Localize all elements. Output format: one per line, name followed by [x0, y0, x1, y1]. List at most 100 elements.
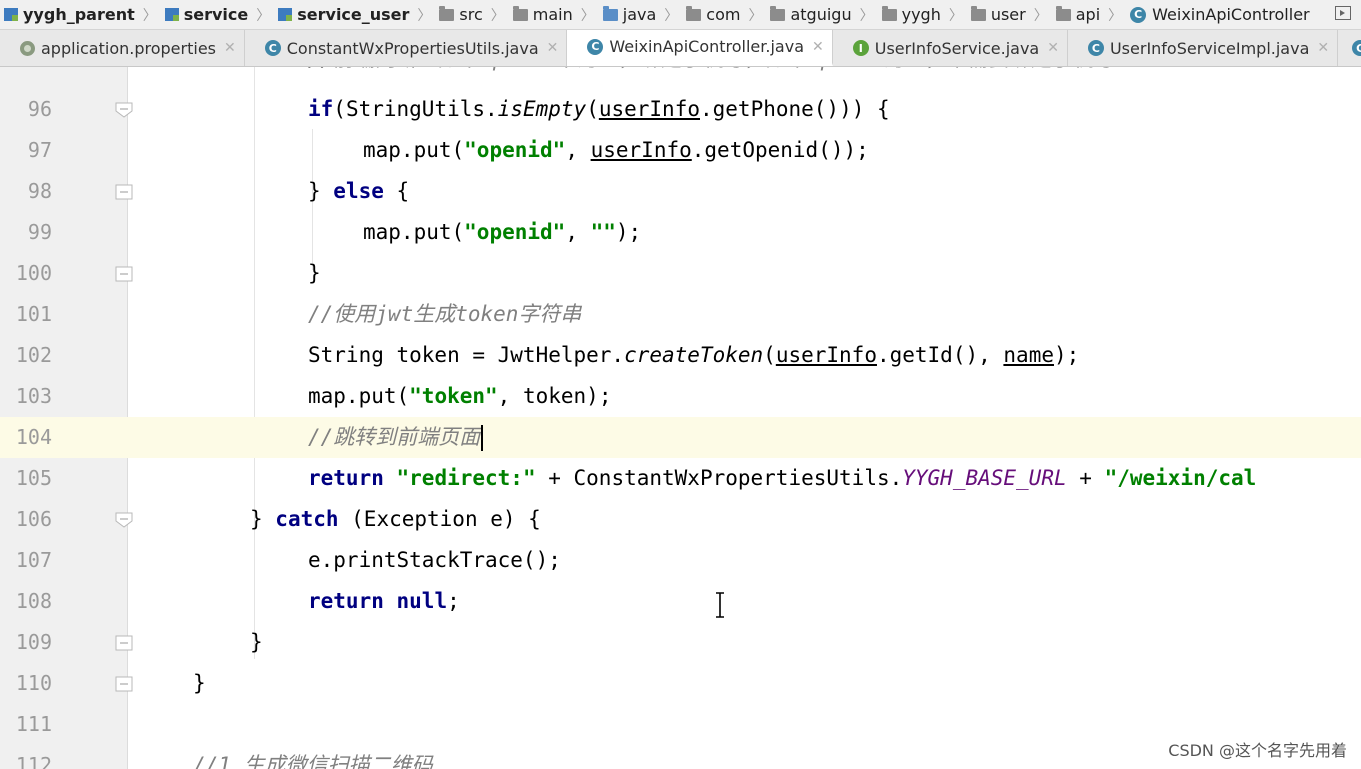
fold-marker-icon[interactable]: [115, 102, 133, 118]
breadcrumb-java[interactable]: java: [599, 5, 659, 24]
breadcrumb-src[interactable]: src: [435, 5, 484, 24]
code-line: 106 } catch (Exception e) {: [0, 499, 1361, 540]
watermark: CSDN @这个名字先用着: [1168, 741, 1347, 760]
tab-label: application.properties: [41, 38, 216, 58]
line-number: 100: [15, 261, 52, 285]
breadcrumb-weixin-api-controller[interactable]: C WeixinApiController: [1126, 5, 1311, 24]
module-icon: [278, 8, 293, 21]
breadcrumb-com[interactable]: com: [682, 5, 742, 24]
breadcrumb-main[interactable]: main: [509, 5, 575, 24]
breadcrumb-separator-icon: 〉: [1033, 7, 1048, 24]
tab-user-info-service-impl[interactable]: C UserInfoServiceImpl.java ✕: [1068, 30, 1339, 66]
fold-marker-icon[interactable]: [115, 184, 133, 200]
code-editor[interactable]: //前端判断：如果openid不为空，绑定手机号，如果openid为空，不需要绑…: [0, 67, 1361, 769]
class-icon: C: [1352, 40, 1361, 56]
folder-icon: [512, 5, 528, 21]
breadcrumb-user[interactable]: user: [967, 5, 1028, 24]
breadcrumb-separator-icon: 〉: [1108, 7, 1123, 24]
line-number: 111: [15, 712, 52, 736]
fold-marker-icon[interactable]: [115, 266, 133, 282]
module-icon: [4, 8, 18, 21]
tab-weixin-api-controller[interactable]: C WeixinApiController.java ✕: [567, 30, 833, 66]
breadcrumb-yygh[interactable]: yygh: [878, 5, 943, 24]
module-icon: [164, 8, 179, 21]
line-number: 107: [15, 548, 52, 572]
code-line: 109 }: [0, 622, 1361, 663]
breadcrumb-service[interactable]: service: [161, 5, 251, 24]
code-line: 110 }: [0, 663, 1361, 704]
text-caret: [481, 425, 484, 451]
code-line: //前端判断：如果openid不为空，绑定手机号，如果openid为空，不需要绑…: [0, 67, 1361, 80]
class-icon: C: [1087, 40, 1104, 56]
package-icon: [686, 5, 702, 21]
line-number: 101: [15, 302, 52, 326]
package-icon: [1055, 5, 1071, 21]
code-line: 103 map.put("token", token);: [0, 376, 1361, 417]
line-number: 102: [15, 343, 52, 367]
class-icon: C: [1130, 6, 1147, 23]
tab-label: WeixinApiController.java: [609, 37, 804, 56]
tab-constant-wx-properties-utils[interactable]: C ConstantWxPropertiesUtils.java ✕: [245, 30, 568, 66]
folder-icon: [439, 5, 455, 21]
breadcrumb-separator-icon: 〉: [664, 7, 679, 24]
fold-marker-icon[interactable]: [115, 635, 133, 651]
source-folder-icon: [602, 5, 618, 21]
code-line: 100 }: [0, 253, 1361, 294]
line-number: 104: [15, 425, 52, 449]
line-number: 103: [15, 384, 52, 408]
breadcrumb-separator-icon: 〉: [256, 7, 271, 24]
toggle-panel-icon[interactable]: [1335, 6, 1351, 20]
code-line: 101 //使用jwt生成token字符串: [0, 294, 1361, 335]
close-icon[interactable]: ✕: [1317, 40, 1329, 56]
tab-label: ConstantWxPropertiesUtils.java: [286, 38, 539, 58]
code-line: 112 //1 生成微信扫描二维码: [0, 745, 1361, 769]
code-line: 96 if(StringUtils.isEmpty(userInfo.getPh…: [0, 89, 1361, 130]
interface-icon: I: [852, 40, 869, 56]
breadcrumb-separator-icon: 〉: [859, 7, 874, 24]
line-number: 98: [27, 179, 52, 203]
fold-marker-icon[interactable]: [115, 512, 133, 528]
tab-label: UserInfoService.java: [874, 38, 1040, 58]
code-line: 107 e.printStackTrace();: [0, 540, 1361, 581]
tab-user-info-service[interactable]: I UserInfoService.java ✕: [833, 30, 1068, 66]
line-number: 97: [27, 138, 52, 162]
line-number: 96: [27, 97, 52, 121]
code-line: 111: [0, 704, 1361, 745]
breadcrumb-yygh-parent[interactable]: yygh_parent: [0, 5, 137, 24]
close-icon[interactable]: ✕: [812, 39, 824, 55]
line-number: 99: [27, 220, 52, 244]
line-number: 108: [15, 589, 52, 613]
tab-label: UserInfoServiceImpl.java: [1109, 38, 1310, 58]
code-line: 108 return null;: [0, 581, 1361, 622]
close-icon[interactable]: ✕: [224, 40, 236, 56]
code-line: 105 return "redirect:" + ConstantWxPrope…: [0, 458, 1361, 499]
package-icon: [970, 5, 986, 21]
code-line: 102 String token = JwtHelper.createToken…: [0, 335, 1361, 376]
line-number: 110: [15, 671, 52, 695]
fold-marker-icon[interactable]: [115, 676, 133, 692]
tab-application-properties[interactable]: application.properties ✕: [0, 30, 245, 66]
more-tabs-button[interactable]: C: [1338, 30, 1361, 66]
current-code-line: 104 //跳转到前端页面: [0, 417, 1361, 458]
package-icon: [881, 5, 897, 21]
editor-tab-bar: application.properties ✕ C ConstantWxPro…: [0, 30, 1361, 67]
package-icon: [770, 5, 786, 21]
breadcrumb-separator-icon: 〉: [490, 7, 505, 24]
breadcrumb-separator-icon: 〉: [142, 7, 157, 24]
breadcrumb-separator-icon: 〉: [417, 7, 432, 24]
code-line: 97 map.put("openid", userInfo.getOpenid(…: [0, 130, 1361, 171]
text-cursor-icon: [716, 592, 724, 618]
breadcrumb-atguigu[interactable]: atguigu: [766, 5, 853, 24]
code-line: 99 map.put("openid", "");: [0, 212, 1361, 253]
breadcrumb-api[interactable]: api: [1052, 5, 1102, 24]
line-number: 105: [15, 466, 52, 490]
code-line: 98 } else {: [0, 171, 1361, 212]
class-icon: C: [264, 40, 281, 56]
line-number: 112: [15, 753, 52, 769]
line-number: 109: [15, 630, 52, 654]
breadcrumb-service-user[interactable]: service_user: [274, 5, 411, 24]
close-icon[interactable]: ✕: [547, 40, 559, 56]
close-icon[interactable]: ✕: [1047, 40, 1059, 56]
line-number: 106: [15, 507, 52, 531]
breadcrumb-separator-icon: 〉: [948, 7, 963, 24]
